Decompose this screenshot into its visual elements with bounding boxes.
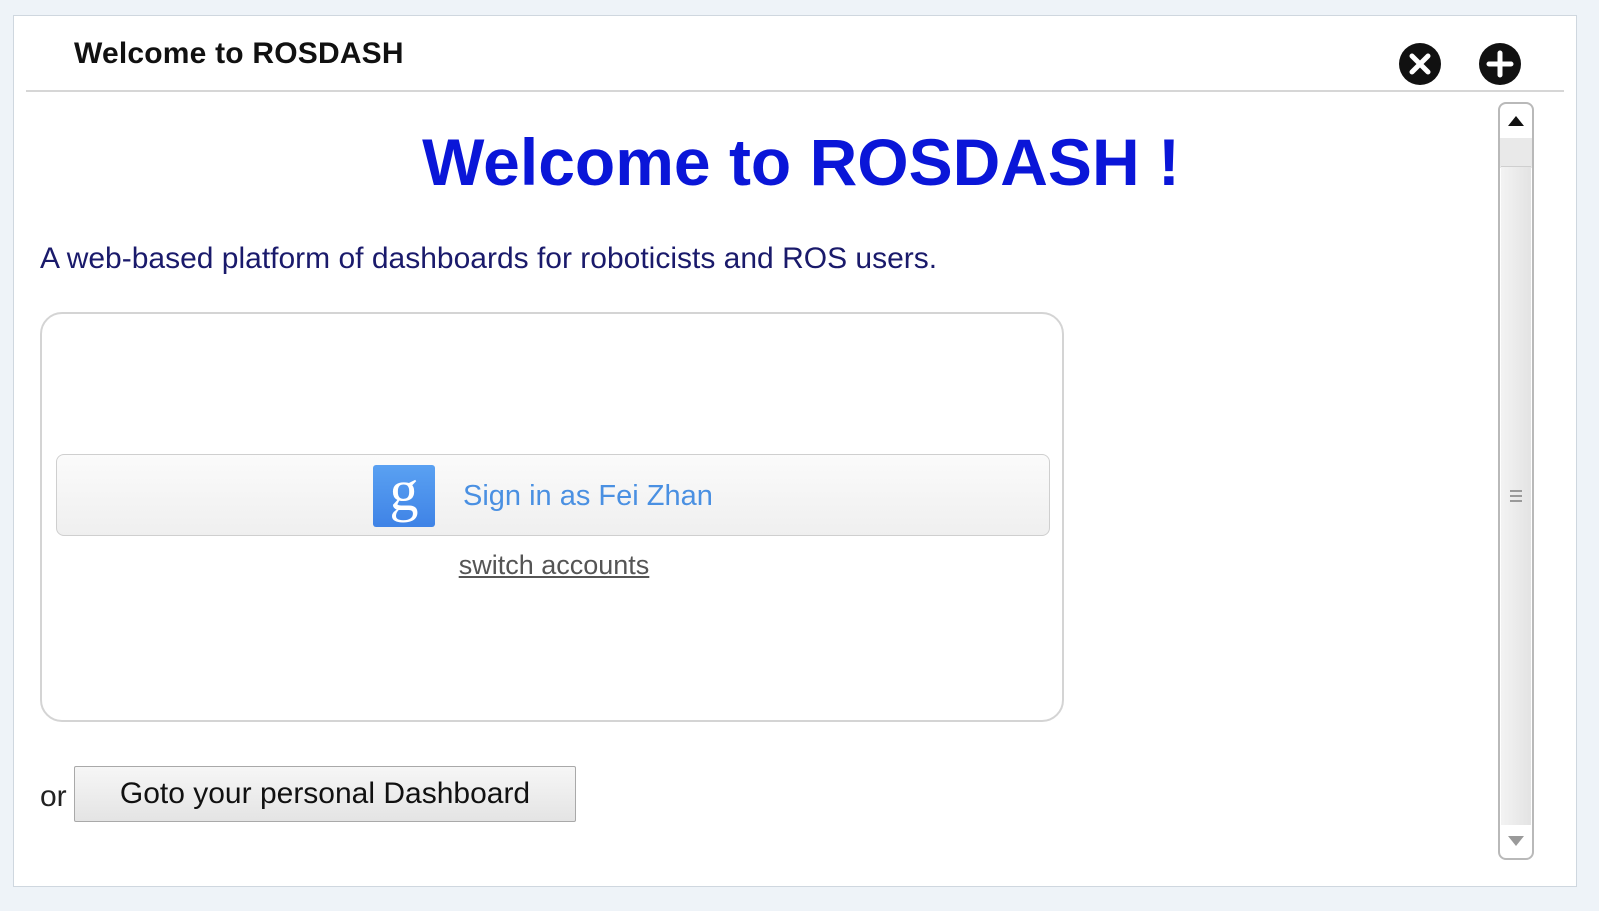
vertical-scrollbar[interactable] <box>1498 102 1534 860</box>
widget-content: Welcome to ROSDASH ! A web-based platfor… <box>14 94 1524 884</box>
widget-title: Welcome to ROSDASH <box>74 37 404 70</box>
google-g-icon: g <box>373 462 435 527</box>
arrow-up-icon <box>1508 116 1524 126</box>
switch-accounts-link[interactable]: switch accounts <box>42 550 1066 581</box>
scroll-down-button[interactable] <box>1500 824 1532 858</box>
welcome-widget: Welcome to ROSDASH Welcome to ROSDASH ! … <box>13 15 1577 887</box>
scroll-track[interactable] <box>1500 138 1532 168</box>
google-signin-button[interactable]: g Sign in as Fei Zhan <box>56 454 1050 536</box>
add-icon[interactable] <box>1478 42 1522 86</box>
google-signin-label: Sign in as Fei Zhan <box>463 480 713 512</box>
widget-titlebar: Welcome to ROSDASH <box>26 16 1564 92</box>
signin-panel: g Sign in as Fei Zhan switch accounts <box>40 312 1064 722</box>
scroll-up-button[interactable] <box>1500 104 1532 138</box>
page-title: Welcome to ROSDASH ! <box>422 125 1180 199</box>
scroll-thumb[interactable] <box>1501 166 1531 825</box>
page-tagline: A web-based platform of dashboards for r… <box>40 242 938 275</box>
goto-dashboard-button[interactable]: Goto your personal Dashboard <box>74 766 576 822</box>
close-icon[interactable] <box>1398 42 1442 86</box>
arrow-down-icon <box>1508 836 1524 846</box>
or-label: or <box>40 780 67 813</box>
grip-icon <box>1510 490 1522 502</box>
